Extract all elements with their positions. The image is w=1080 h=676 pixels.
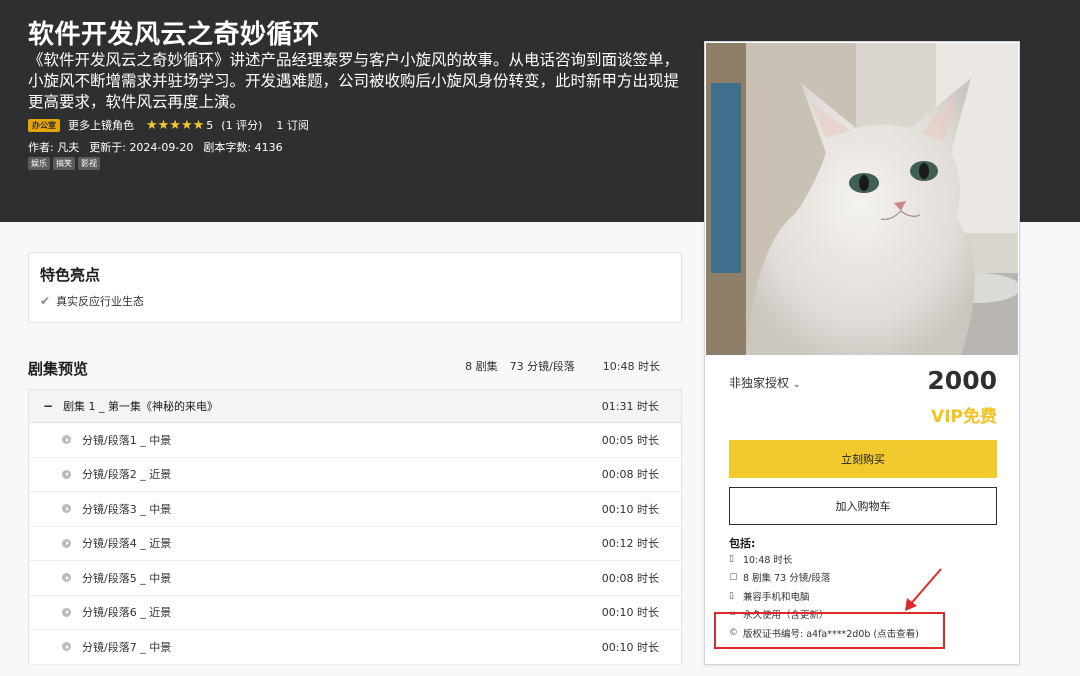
price: 2000 — [927, 366, 997, 395]
play-icon[interactable] — [62, 642, 71, 652]
author-label: 作者: — [28, 141, 54, 154]
segment-label: 分镜/段落2 _ 近景 — [82, 468, 172, 482]
play-icon[interactable] — [62, 607, 71, 617]
category-badge[interactable]: 办公室 — [28, 118, 60, 132]
includes-title: 包括: — [729, 537, 756, 550]
add-to-cart-button[interactable]: 加入购物车 — [729, 487, 997, 525]
license-label: 非独家授权 — [729, 376, 790, 390]
play-icon[interactable] — [62, 469, 71, 479]
episode-section-toggle[interactable]: − 剧集 1 _ 第一集《神秘的来电》 01:31 时长 — [28, 389, 682, 423]
tag-film[interactable]: 影视 — [78, 157, 100, 170]
segment-time: 00:10 时长 — [601, 640, 659, 654]
rating-value: 5 — [206, 118, 214, 132]
highlights-title: 特色亮点 — [40, 266, 101, 284]
include-text: 10:48 时长 — [743, 555, 793, 566]
segment-row[interactable]: 分镜/段落7 _ 中景 00:10 时长 — [28, 630, 682, 665]
wordcount-value: 4136 — [254, 141, 283, 154]
segment-label: 分镜/段落6 _ 近景 — [82, 606, 172, 620]
episode-preview-title: 剧集预览 — [28, 360, 89, 378]
segment-row[interactable]: 分镜/段落4 _ 近景 00:12 时长 — [28, 526, 682, 561]
include-item: ▯ 10:48 时长 — [729, 552, 792, 566]
segment-row[interactable]: 分镜/段落6 _ 近景 00:10 时长 — [28, 595, 682, 630]
annotation-highlight-box — [714, 612, 945, 649]
purchase-card: 非独家授权 ⌄ 2000 VIP免费 立刻购买 加入购物车 包括: ▯ 10:4… — [704, 41, 1020, 665]
vip-free-label: VIP免费 — [931, 407, 997, 427]
collapse-icon[interactable]: − — [43, 399, 53, 413]
segment-row[interactable]: 分镜/段落3 _ 中景 00:10 时长 — [28, 492, 682, 527]
segment-label: 分镜/段落3 _ 中景 — [82, 502, 172, 516]
mobile-icon: ▯ — [729, 591, 734, 601]
highlights-box: 特色亮点 ✔ 真实反应行业生态 — [28, 252, 682, 323]
segment-label: 分镜/段落4 _ 近景 — [82, 537, 172, 551]
segment-row[interactable]: 分镜/段落5 _ 中景 00:08 时长 — [28, 561, 682, 596]
segment-time: 00:10 时长 — [601, 502, 659, 516]
license-dropdown[interactable]: 非独家授权 ⌄ — [729, 374, 800, 391]
segment-row[interactable]: 分镜/段落2 _ 近景 00:08 时长 — [28, 457, 682, 492]
include-text: 兼容手机和电脑 — [743, 592, 810, 603]
segment-count: 73 分镜/段落 — [509, 360, 575, 373]
updated-label: 更新于: — [89, 141, 126, 154]
segment-label: 分镜/段落1 _ 中景 — [82, 433, 172, 447]
play-icon[interactable] — [62, 504, 71, 514]
include-text: 8 剧集 73 分镜/段落 — [743, 573, 831, 584]
segment-time: 00:12 时长 — [601, 537, 659, 551]
total-duration: 10:48 时长 — [602, 360, 660, 373]
author-name[interactable]: 凡夫 — [57, 141, 79, 154]
segment-time: 00:08 时长 — [601, 468, 659, 482]
tag-comedy[interactable]: 搞笑 — [53, 157, 75, 170]
chevron-down-icon: ⌄ — [792, 380, 801, 390]
rating-count: (1 评分) — [221, 119, 263, 132]
segment-row[interactable]: 分镜/段落1 _ 中景 00:05 时长 — [28, 423, 682, 458]
include-item: ▯ 兼容手机和电脑 — [729, 589, 810, 603]
tag-list: 娱乐 搞笑 影视 — [28, 157, 100, 170]
segment-time: 00:08 时长 — [601, 571, 659, 585]
cover-image — [706, 43, 1018, 355]
episode-section-title: 剧集 1 _ 第一集《神秘的来电》 — [63, 400, 219, 413]
file-icon: ▯ — [729, 554, 734, 564]
star-rating-icon: ★★★★★ — [146, 117, 205, 133]
tag-entertainment[interactable]: 娱乐 — [28, 157, 50, 170]
play-icon[interactable] — [62, 435, 71, 445]
segment-label: 分镜/段落7 _ 中景 — [82, 640, 172, 654]
subscription-count: 1 订阅 — [276, 119, 309, 132]
segment-label: 分镜/段落5 _ 中景 — [82, 571, 172, 585]
play-icon[interactable] — [62, 538, 71, 548]
page-title: 软件开发风云之奇妙循环 — [28, 20, 320, 50]
episode-count: 8 剧集 — [465, 360, 498, 373]
annotation-arrow-icon — [905, 568, 942, 611]
highlight-item: ✔ 真实反应行业生态 — [40, 293, 144, 309]
meta-row: 办公室 更多上镜角色 ★★★★★ 5 (1 评分) 1 订阅 — [28, 117, 309, 133]
document-icon: ▢ — [729, 572, 738, 582]
checkmark-icon: ✔ — [40, 294, 51, 308]
play-icon[interactable] — [62, 573, 71, 583]
episode-preview-header: 剧集预览 8 剧集 73 分镜/段落 10:48 时长 — [28, 356, 682, 380]
more-roles-link[interactable]: 更多上镜角色 — [68, 117, 134, 133]
episode-section-time: 01:31 时长 — [601, 400, 659, 413]
updated-date: 2024-09-20 — [129, 141, 194, 154]
include-item: ▢ 8 剧集 73 分镜/段落 — [729, 570, 830, 584]
segment-time: 00:10 时长 — [601, 606, 659, 620]
buy-now-button[interactable]: 立刻购买 — [729, 440, 997, 478]
wordcount-label: 剧本字数: — [203, 141, 252, 154]
episode-stats: 8 剧集 73 分镜/段落 10:48 时长 — [465, 358, 660, 374]
highlight-text: 真实反应行业生态 — [56, 295, 145, 308]
author-row: 作者: 凡夫 更新于: 2024-09-20 剧本字数: 4136 — [28, 139, 283, 155]
course-description: 《软件开发风云之奇妙循环》讲述产品经理泰罗与客户小旋风的故事。从电话咨询到面谈签… — [28, 51, 680, 111]
segment-time: 00:05 时长 — [601, 433, 659, 447]
